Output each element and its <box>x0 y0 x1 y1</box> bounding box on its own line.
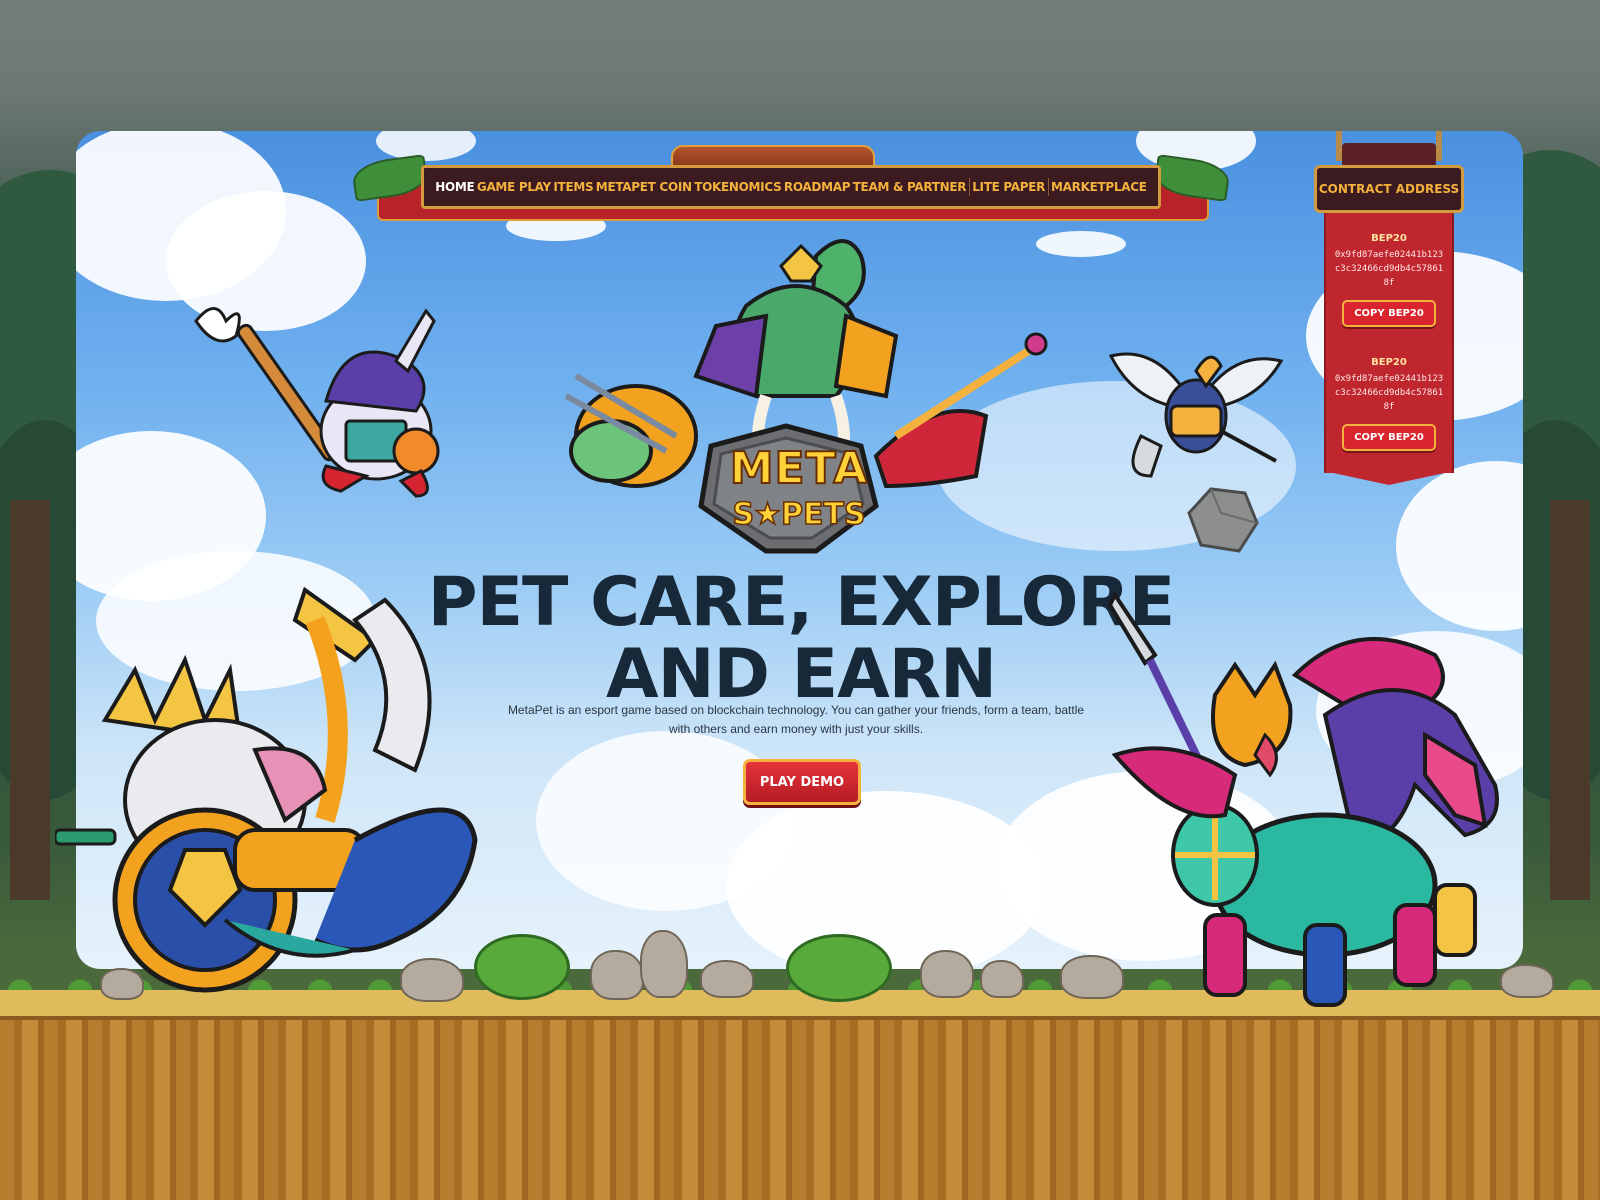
nav-item-tokenomics[interactable]: TOKENOMICS <box>694 180 782 194</box>
nav-item-marketplace[interactable]: MARKETPLACE <box>1051 180 1147 194</box>
network-label: BEP20 <box>1371 357 1407 368</box>
logo-line-spets: S★PETS <box>732 496 867 533</box>
rock <box>640 930 688 998</box>
metaspets-logo[interactable]: META S★PETS <box>694 401 904 551</box>
hero-description: MetaPet is an esport game based on block… <box>507 703 1085 736</box>
dirt-cliff <box>0 1020 1600 1200</box>
contract-address-panel: CONTRACT ADDRESS BEP20 0x9fd87aefe02441b… <box>1314 131 1464 491</box>
nav-divider <box>968 178 970 196</box>
nav-item-home[interactable]: HOME <box>435 180 474 194</box>
copy-bep20-button[interactable]: COPY BEP20 <box>1342 300 1436 327</box>
bush <box>786 934 892 1002</box>
rock <box>920 950 974 998</box>
hanging-rope <box>1436 131 1442 161</box>
nav-bar: HOME GAME PLAY ITEMS METAPET COIN TOKENO… <box>421 165 1161 209</box>
floating-rock <box>1187 487 1259 553</box>
rabbit-mage-character <box>194 307 440 498</box>
nav-item-team-partner[interactable]: TEAM & PARTNER <box>853 180 967 194</box>
right-tree-trunk <box>1550 500 1590 900</box>
copy-bep20-button[interactable]: COPY BEP20 <box>1342 424 1436 451</box>
rock <box>700 960 754 998</box>
contract-address-title: CONTRACT ADDRESS <box>1314 165 1464 213</box>
contract-banner: BEP20 0x9fd87aefe02441b123c3c32466cd9db4… <box>1324 213 1454 473</box>
bush <box>474 934 570 1000</box>
nav-item-items[interactable]: ITEMS <box>553 180 593 194</box>
panel-hanger <box>1342 143 1436 167</box>
logo-line-meta: META <box>729 442 869 495</box>
banner-tip <box>1324 471 1454 485</box>
contract-address-text: 0x9fd87aefe02441b123c3c32466cd9db4c57861… <box>1334 374 1444 412</box>
nav-item-game-play[interactable]: GAME PLAY <box>477 180 551 194</box>
contract-address-text: 0x9fd87aefe02441b123c3c32466cd9db4c57861… <box>1334 250 1444 288</box>
rock <box>980 960 1024 998</box>
play-demo-button[interactable]: PLAY DEMO <box>743 759 861 805</box>
bird-knight-character <box>1108 352 1284 478</box>
dog-knight-horse-character <box>1107 591 1499 1007</box>
nav-divider <box>1047 178 1049 196</box>
main-navigation: HOME GAME PLAY ITEMS METAPET COIN TOKENO… <box>350 145 1232 221</box>
wolf-warrior-character <box>55 586 478 993</box>
network-label: BEP20 <box>1371 233 1407 244</box>
nav-item-metapet-coin[interactable]: METAPET COIN <box>596 180 692 194</box>
rock <box>590 950 644 1000</box>
left-tree-trunk <box>10 500 50 900</box>
nav-item-roadmap[interactable]: ROADMAP <box>784 180 851 194</box>
nav-item-lite-paper[interactable]: LITE PAPER <box>972 180 1045 194</box>
